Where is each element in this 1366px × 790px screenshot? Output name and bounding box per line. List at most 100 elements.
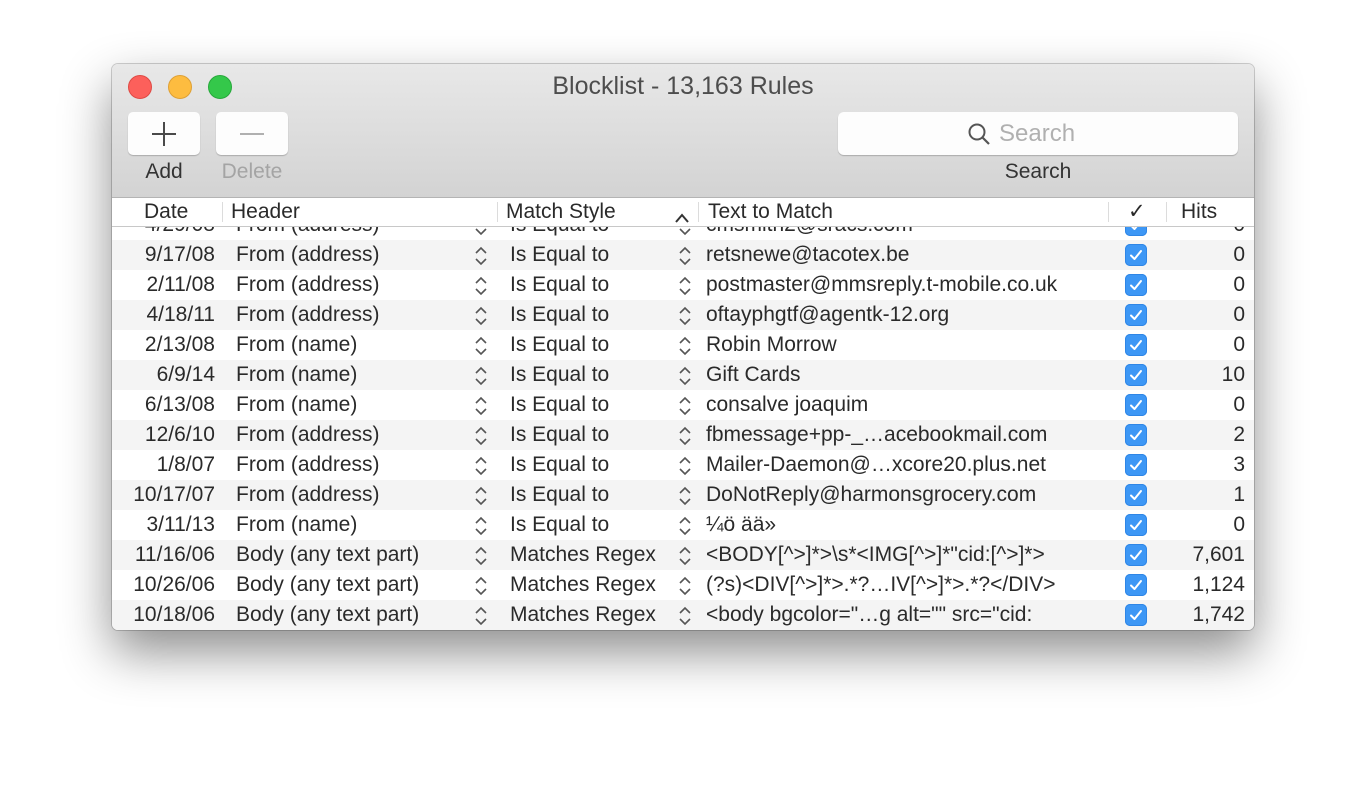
match-style-popup[interactable]: Is Equal to [510, 270, 680, 300]
table-row[interactable]: 9/17/08 From (address) Is Equal to retsn… [112, 240, 1254, 270]
header-stepper[interactable] [474, 510, 490, 540]
header-stepper[interactable] [474, 300, 490, 330]
table-row[interactable]: 2/13/08 From (name) Is Equal to Robin Mo… [112, 330, 1254, 360]
header-stepper[interactable] [474, 450, 490, 480]
header-stepper[interactable] [474, 570, 490, 600]
header-stepper[interactable] [474, 390, 490, 420]
delete-rule-button[interactable] [216, 112, 288, 155]
match-style-popup[interactable]: Is Equal to [510, 390, 680, 420]
column-header-header[interactable]: Header [231, 200, 300, 224]
header-popup[interactable]: From (address) [236, 420, 466, 450]
column-divider[interactable] [497, 202, 498, 222]
header-popup[interactable]: From (address) [236, 227, 466, 240]
match-style-popup[interactable]: Matches Regex [510, 570, 680, 600]
match-style-stepper[interactable] [678, 420, 694, 450]
text-to-match-cell[interactable]: Robin Morrow [706, 330, 1106, 360]
match-style-popup[interactable]: Is Equal to [510, 450, 680, 480]
match-style-stepper[interactable] [678, 390, 694, 420]
enabled-checkbox[interactable] [1125, 600, 1149, 630]
header-stepper[interactable] [474, 270, 490, 300]
text-to-match-cell[interactable]: Mailer-Daemon@…xcore20.plus.net [706, 450, 1106, 480]
text-to-match-cell[interactable]: postmaster@mmsreply.t-mobile.co.uk [706, 270, 1106, 300]
match-style-popup[interactable]: Is Equal to [510, 510, 680, 540]
text-to-match-cell[interactable]: <BODY[^>]*>\s*<IMG[^>]*"cid:[^>]*> [706, 540, 1106, 570]
column-header-enabled[interactable]: ✓ [1128, 200, 1146, 224]
column-header-date[interactable]: Date [144, 200, 188, 224]
header-popup[interactable]: From (name) [236, 390, 466, 420]
header-popup[interactable]: Body (any text part) [236, 570, 466, 600]
table-row[interactable]: 6/13/08 From (name) Is Equal to consalve… [112, 390, 1254, 420]
text-to-match-cell[interactable]: ¼ö ää» [706, 510, 1106, 540]
column-header-text-to-match[interactable]: Text to Match [708, 200, 833, 224]
match-style-popup[interactable]: Matches Regex [510, 600, 680, 630]
search-field[interactable] [838, 112, 1238, 155]
text-to-match-cell[interactable]: retsnewe@tacotex.be [706, 240, 1106, 270]
enabled-checkbox[interactable] [1125, 360, 1149, 390]
match-style-stepper[interactable] [678, 240, 694, 270]
match-style-stepper[interactable] [678, 540, 694, 570]
enabled-checkbox[interactable] [1125, 390, 1149, 420]
match-style-popup[interactable]: Is Equal to [510, 480, 680, 510]
table-row[interactable]: 10/26/06 Body (any text part) Matches Re… [112, 570, 1254, 600]
text-to-match-cell[interactable]: DoNotReply@harmonsgrocery.com [706, 480, 1106, 510]
header-popup[interactable]: From (address) [236, 240, 466, 270]
enabled-checkbox[interactable] [1125, 570, 1149, 600]
match-style-popup[interactable]: Matches Regex [510, 540, 680, 570]
match-style-stepper[interactable] [678, 270, 694, 300]
match-style-stepper[interactable] [678, 227, 694, 240]
header-stepper[interactable] [474, 240, 490, 270]
header-popup[interactable]: From (address) [236, 270, 466, 300]
text-to-match-cell[interactable]: Gift Cards [706, 360, 1106, 390]
header-popup[interactable]: Body (any text part) [236, 600, 466, 630]
header-stepper[interactable] [474, 227, 490, 240]
match-style-popup[interactable]: Is Equal to [510, 360, 680, 390]
match-style-popup[interactable]: Is Equal to [510, 420, 680, 450]
match-style-popup[interactable]: Is Equal to [510, 240, 680, 270]
match-style-stepper[interactable] [678, 510, 694, 540]
table-row[interactable]: 6/9/14 From (name) Is Equal to Gift Card… [112, 360, 1254, 390]
table-row[interactable]: 11/16/06 Body (any text part) Matches Re… [112, 540, 1254, 570]
table-row[interactable]: 4/29/08 From (address) Is Equal to cmsmi… [112, 227, 1254, 240]
match-style-stepper[interactable] [678, 360, 694, 390]
header-popup[interactable]: From (name) [236, 360, 466, 390]
match-style-stepper[interactable] [678, 450, 694, 480]
match-style-stepper[interactable] [678, 570, 694, 600]
column-divider[interactable] [1108, 202, 1109, 222]
table-row[interactable]: 2/11/08 From (address) Is Equal to postm… [112, 270, 1254, 300]
text-to-match-cell[interactable]: <body bgcolor="…g alt="" src="cid: [706, 600, 1106, 630]
header-stepper[interactable] [474, 600, 490, 630]
text-to-match-cell[interactable]: cmsmith2@sracs.com [706, 227, 1106, 240]
match-style-popup[interactable]: Is Equal to [510, 330, 680, 360]
match-style-stepper[interactable] [678, 330, 694, 360]
add-rule-button[interactable] [128, 112, 200, 155]
enabled-checkbox[interactable] [1125, 270, 1149, 300]
column-divider[interactable] [698, 202, 699, 222]
header-popup[interactable]: From (address) [236, 480, 466, 510]
header-popup[interactable]: From (name) [236, 510, 466, 540]
search-input[interactable] [999, 119, 1109, 148]
header-popup[interactable]: Body (any text part) [236, 540, 466, 570]
column-divider[interactable] [222, 202, 223, 222]
enabled-checkbox[interactable] [1125, 420, 1149, 450]
column-header-match-style[interactable]: Match Style [506, 200, 616, 224]
header-stepper[interactable] [474, 480, 490, 510]
match-style-stepper[interactable] [678, 600, 694, 630]
table-row[interactable]: 10/17/07 From (address) Is Equal to DoNo… [112, 480, 1254, 510]
table-row[interactable]: 10/18/06 Body (any text part) Matches Re… [112, 600, 1254, 630]
column-header-hits[interactable]: Hits [1181, 200, 1217, 224]
match-style-popup[interactable]: Is Equal to [510, 300, 680, 330]
text-to-match-cell[interactable]: (?s)<DIV[^>]*>.*?…IV[^>]*>.*?</DIV> [706, 570, 1106, 600]
enabled-checkbox[interactable] [1125, 240, 1149, 270]
match-style-popup[interactable]: Is Equal to [510, 227, 680, 240]
table-row[interactable]: 4/18/11 From (address) Is Equal to oftay… [112, 300, 1254, 330]
text-to-match-cell[interactable]: fbmessage+pp-_…acebookmail.com [706, 420, 1106, 450]
enabled-checkbox[interactable] [1125, 450, 1149, 480]
header-popup[interactable]: From (address) [236, 450, 466, 480]
header-stepper[interactable] [474, 360, 490, 390]
text-to-match-cell[interactable]: consalve joaquim [706, 390, 1106, 420]
match-style-stepper[interactable] [678, 300, 694, 330]
match-style-stepper[interactable] [678, 480, 694, 510]
table-row[interactable]: 3/11/13 From (name) Is Equal to ¼ö ää» 0 [112, 510, 1254, 540]
enabled-checkbox[interactable] [1125, 540, 1149, 570]
column-divider[interactable] [1166, 202, 1167, 222]
